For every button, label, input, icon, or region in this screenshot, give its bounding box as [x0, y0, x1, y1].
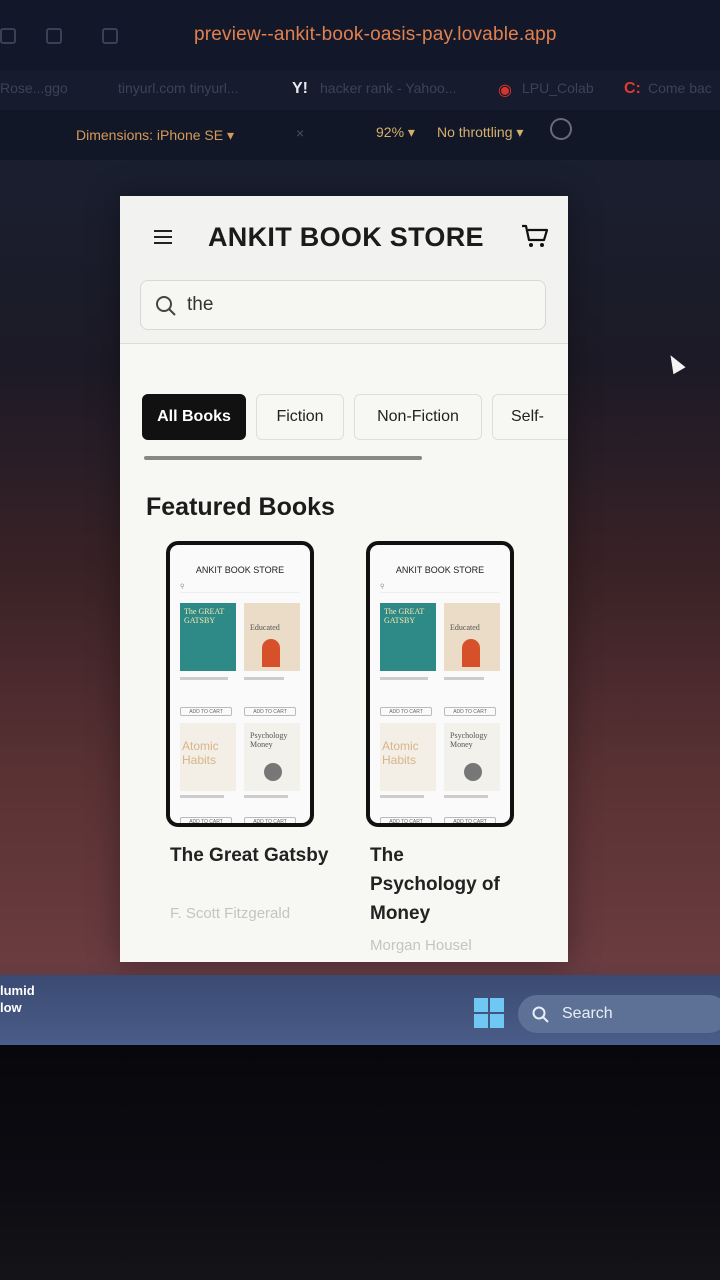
tab-non-fiction[interactable]: Non-Fiction	[354, 394, 482, 440]
dimension-separator: ×	[296, 125, 305, 141]
colab-icon: ◉	[498, 82, 512, 99]
mini-add-to-cart: ADD TO CART	[380, 817, 432, 826]
search-icon	[532, 1006, 549, 1023]
windows-start-icon[interactable]	[474, 998, 504, 1028]
weather-widget[interactable]: lumid low	[0, 982, 35, 1016]
bookmark-item[interactable]: Come bac	[648, 80, 712, 96]
search-field[interactable]	[140, 280, 546, 330]
store-title: ANKIT BOOK STORE	[208, 222, 484, 252]
section-title: Featured Books	[146, 493, 335, 521]
browser-toolbar: preview--ankit-book-oasis-pay.lovable.ap…	[0, 0, 720, 70]
book-cover: ANKIT BOOK STORE ⚲ The GREAT GATSBY Educ…	[166, 541, 314, 827]
mini-search: ⚲	[180, 583, 300, 593]
yahoo-icon: Y!	[292, 80, 308, 97]
mini-cover-gatsby: The GREAT GATSBY	[380, 603, 436, 671]
bookmark-item[interactable]: tinyurl.com tinyurl...	[118, 80, 239, 96]
mini-cover-atomic: Atomic Habits	[380, 723, 436, 791]
back-icon[interactable]	[0, 28, 16, 44]
site-settings-icon[interactable]	[102, 28, 118, 44]
monitor-bezel	[0, 1045, 720, 1280]
menu-icon[interactable]	[154, 230, 172, 244]
book-title[interactable]: The Psychology of Money	[370, 841, 510, 928]
bookmarks-bar: Rose...ggo tinyurl.com tinyurl... Y! hac…	[0, 70, 720, 110]
mini-add-to-cart: ADD TO CART	[180, 817, 232, 826]
bookmark-item[interactable]: hacker rank - Yahoo...	[320, 80, 456, 96]
mini-add-to-cart: ADD TO CART	[244, 707, 296, 716]
zoom-dropdown[interactable]: 92% ▾	[376, 124, 415, 141]
devtools-device-toolbar: Dimensions: iPhone SE ▾ × 92% ▾ No throt…	[0, 110, 720, 160]
book-author: F. Scott Fitzgerald	[170, 905, 291, 922]
codechef-icon: C:	[624, 80, 641, 97]
phone-viewport: ANKIT BOOK STORE All Books Fiction Non-F…	[120, 196, 568, 962]
mini-add-to-cart: ADD TO CART	[180, 707, 232, 716]
throttling-dropdown[interactable]: No throttling ▾	[437, 124, 523, 141]
bookmark-item[interactable]: LPU_Colab	[522, 80, 594, 96]
search-input[interactable]	[187, 291, 527, 319]
mini-cover-gatsby: The GREAT GATSBY	[180, 603, 236, 671]
mini-store-title: ANKIT BOOK STORE	[195, 565, 285, 575]
book-cover: ANKIT BOOK STORE ⚲ The GREAT GATSBY Educ…	[366, 541, 514, 827]
mini-cover-atomic: Atomic Habits	[180, 723, 236, 791]
tab-self-help[interactable]: Self-	[492, 394, 568, 440]
monitor-photo: preview--ankit-book-oasis-pay.lovable.ap…	[0, 0, 720, 1045]
mini-cover-psychology: Psychology Money	[444, 723, 500, 791]
mini-store-title: ANKIT BOOK STORE	[395, 565, 485, 575]
dimensions-dropdown[interactable]: Dimensions: iPhone SE ▾	[76, 127, 234, 144]
bookmark-item[interactable]: Rose...ggo	[0, 80, 68, 96]
mini-cover-educated: Educated	[244, 603, 300, 671]
home-icon[interactable]	[46, 28, 62, 44]
tab-fiction[interactable]: Fiction	[256, 394, 344, 440]
mini-add-to-cart: ADD TO CART	[444, 707, 496, 716]
address-bar-url[interactable]: preview--ankit-book-oasis-pay.lovable.ap…	[194, 24, 557, 46]
tabs-scrollbar[interactable]	[144, 456, 422, 460]
mini-add-to-cart: ADD TO CART	[444, 817, 496, 826]
book-author: Morgan Housel	[370, 937, 472, 954]
tab-all-books[interactable]: All Books	[142, 394, 246, 440]
mini-cover-educated: Educated	[444, 603, 500, 671]
mouse-cursor-icon	[664, 351, 686, 375]
cart-icon[interactable]	[520, 222, 550, 250]
mini-add-to-cart: ADD TO CART	[244, 817, 296, 826]
app-header: ANKIT BOOK STORE	[120, 196, 568, 344]
mini-add-to-cart: ADD TO CART	[380, 707, 432, 716]
mini-search: ⚲	[380, 583, 500, 593]
search-icon	[156, 296, 176, 316]
mini-cover-psychology: Psychology Money	[244, 723, 300, 791]
taskbar-search[interactable]: Search	[518, 995, 720, 1033]
book-title[interactable]: The Great Gatsby	[170, 841, 350, 870]
